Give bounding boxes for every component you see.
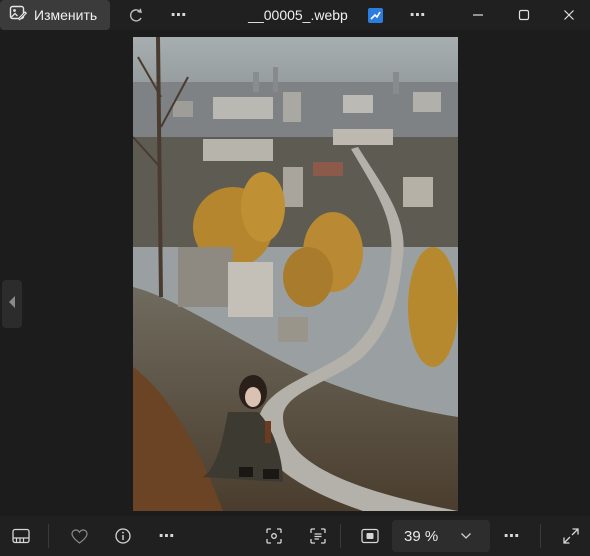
close-icon[interactable] [546,0,590,30]
actual-size-icon[interactable] [356,516,384,556]
visual-search-icon[interactable] [262,516,286,556]
maximize-icon[interactable] [501,0,547,30]
edit-button[interactable]: Изменить [0,0,110,30]
app-logo-icon [364,0,386,30]
title-bar: Изменить ⋯ __00005_.webp ⋯ [0,0,590,30]
divider [540,524,541,548]
zoom-select[interactable]: 39 % [392,520,490,552]
more-options-icon[interactable]: ⋯ [154,516,180,556]
chevron-left-icon [7,295,17,314]
fullscreen-expand-icon[interactable] [558,516,584,556]
divider [48,524,49,548]
more-options-icon[interactable]: ⋯ [498,516,526,556]
chevron-down-icon [460,527,472,545]
favorite-heart-icon[interactable] [66,516,92,556]
bottom-toolbar: ⋯ 39 % ⋯ [0,516,590,556]
rotate-icon[interactable] [124,0,148,30]
text-scan-icon[interactable] [306,516,330,556]
edit-image-icon [9,4,28,27]
minimize-icon[interactable] [455,0,501,30]
divider [340,524,341,548]
photo [133,37,458,511]
info-icon[interactable] [110,516,136,556]
previous-image-button[interactable] [2,280,22,328]
image-canvas [0,30,590,516]
window-title: __00005_.webp [248,7,348,23]
zoom-value: 39 % [404,527,439,545]
more-options-icon[interactable]: ⋯ [166,0,192,30]
more-options-icon[interactable]: ⋯ [405,0,431,30]
edit-button-label: Изменить [34,7,98,23]
filmstrip-icon[interactable] [4,516,38,556]
